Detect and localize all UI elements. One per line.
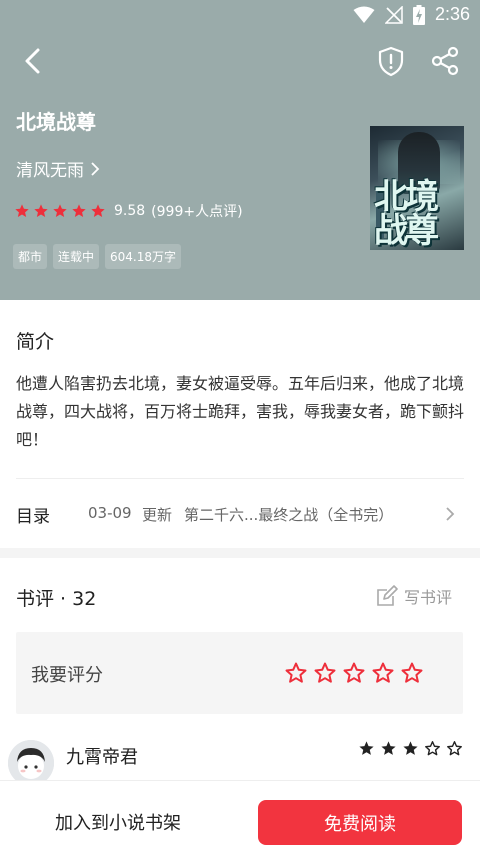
- chevron-right-icon: [446, 507, 455, 521]
- share-icon[interactable]: [428, 44, 462, 78]
- rate-stars-input: [284, 661, 424, 685]
- star-filled-icon: [72, 204, 86, 217]
- star-outline-icon[interactable]: [313, 661, 337, 685]
- chevron-right-icon: [91, 161, 100, 176]
- free-read-button[interactable]: 免费阅读: [258, 800, 462, 845]
- star-filled-icon: [91, 204, 105, 217]
- no-signal-icon: [384, 5, 403, 24]
- toc-update-date: 03-09: [88, 504, 132, 522]
- star-outline-icon[interactable]: [342, 661, 366, 685]
- back-arrow-icon[interactable]: [18, 44, 52, 78]
- star-outline-icon[interactable]: [371, 661, 395, 685]
- star-filled-icon: [403, 741, 418, 755]
- rating-score: 9.58: [114, 203, 146, 219]
- tag-status: 连载中: [53, 244, 100, 269]
- add-to-shelf-button[interactable]: 加入到小说书架: [20, 801, 216, 843]
- status-bar: 2:36: [0, 0, 480, 32]
- author-link[interactable]: 清风无雨: [16, 156, 100, 181]
- section-separator: [0, 548, 480, 558]
- star-outline-icon: [447, 741, 462, 756]
- star-outline-icon[interactable]: [400, 661, 424, 685]
- book-title: 北境战尊: [16, 110, 96, 134]
- toc-update-label: 更新: [142, 506, 173, 524]
- wifi-icon: [353, 6, 375, 23]
- rate-label: 我要评分: [31, 665, 103, 686]
- intro-text: 他遭人陷害扔去北境，妻女被逼受辱。五年后归来，他成了北境战尊，四大战将，百万将士…: [16, 374, 465, 449]
- rating-row: 9.58 (999+人点评): [14, 201, 243, 221]
- review-item[interactable]: 九霄帝君: [0, 732, 480, 786]
- comment-rating: [358, 740, 463, 757]
- cover-title: 北境战尊: [374, 177, 439, 250]
- status-time: 2:36: [434, 4, 470, 24]
- star-filled-icon: [15, 204, 29, 217]
- tag-word-count: 604.18万字: [105, 244, 182, 269]
- toc-latest-chapter: 第二千六...最终之战（全书完）: [184, 506, 394, 524]
- star-filled-icon: [34, 204, 48, 217]
- rating-count: (999+人点评): [151, 204, 243, 220]
- tag-genre: 都市: [13, 244, 48, 269]
- toc-label: 目录: [16, 507, 50, 527]
- star-filled-icon: [53, 204, 67, 217]
- edit-icon: [377, 585, 398, 606]
- reviews-heading: 书评 · 32: [16, 588, 97, 610]
- rating-stars: [14, 203, 106, 219]
- commenter-name: 九霄帝君: [66, 747, 138, 768]
- book-tags: 都市 连载中 604.18万字: [13, 244, 182, 269]
- write-review-label: 写书评: [404, 588, 453, 607]
- star-filled-icon: [381, 741, 396, 755]
- write-review-button[interactable]: 写书评: [376, 584, 452, 608]
- star-outline-icon: [425, 741, 440, 756]
- divider: [16, 478, 464, 479]
- battery-charging-icon: [412, 4, 425, 25]
- author-name: 清风无雨: [16, 161, 84, 181]
- book-header: 2:36 北境战尊 清风无雨 9.58 (999+人点评) 都市 连载中 604…: [0, 0, 480, 300]
- bottom-action-bar: 加入到小说书架 免费阅读: [0, 780, 480, 862]
- star-filled-icon: [359, 741, 374, 755]
- intro-heading: 简介: [16, 331, 55, 353]
- star-outline-icon[interactable]: [284, 661, 308, 685]
- report-shield-icon[interactable]: [374, 44, 408, 78]
- rate-box: 我要评分: [16, 632, 463, 714]
- book-cover[interactable]: 北境战尊: [370, 126, 464, 250]
- toc-row[interactable]: 目录 03-09 更新 第二千六...最终之战（全书完）: [0, 492, 480, 536]
